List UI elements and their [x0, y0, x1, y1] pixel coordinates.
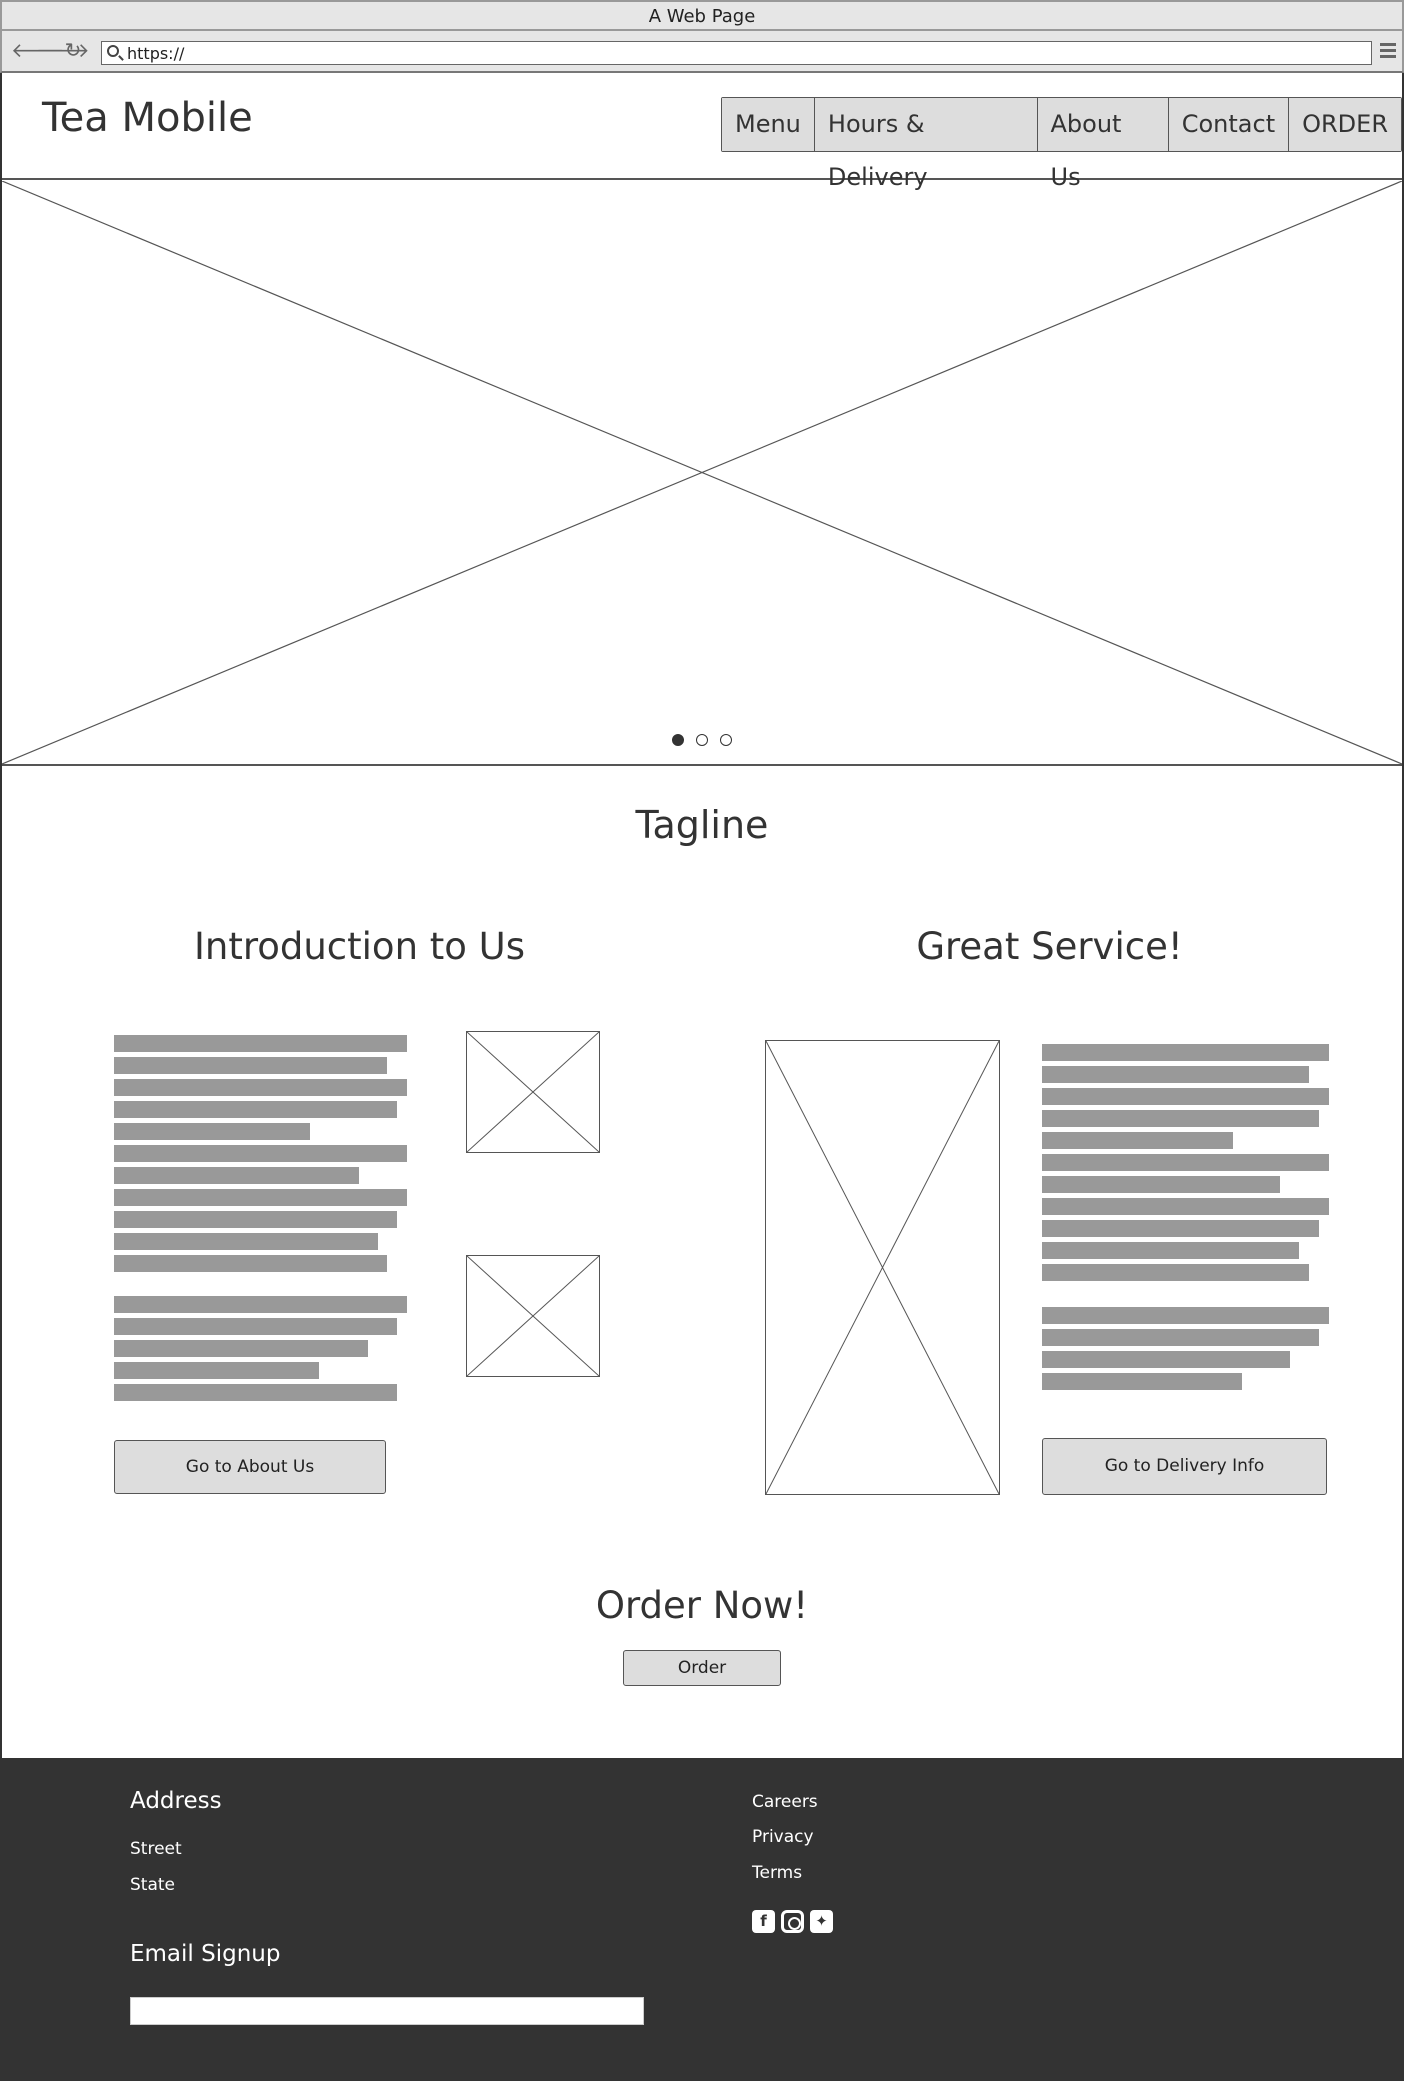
carousel-dot-3[interactable] — [720, 734, 732, 746]
nav-order[interactable]: ORDER — [1288, 98, 1401, 151]
carousel-indicators — [672, 734, 732, 746]
search-icon — [107, 45, 119, 57]
browser-toolbar: 🡐 🡒 ↻ https:// — [0, 31, 1404, 73]
facebook-icon[interactable]: f — [752, 1910, 775, 1933]
hero-image-carousel — [2, 181, 1402, 766]
browser-menu-icon[interactable] — [1380, 43, 1396, 59]
window-title: A Web Page — [0, 0, 1404, 31]
nav-about-us[interactable]: About Us — [1036, 98, 1168, 191]
service-title: Great Service! — [916, 925, 1183, 968]
site-footer: Address Street State Email Signup Career… — [0, 1758, 1404, 2081]
footer-link-careers[interactable]: Careers — [752, 1792, 818, 1812]
url-text: https:// — [127, 44, 185, 63]
service-text-paragraph-1 — [1042, 1044, 1332, 1286]
intro-image-2 — [466, 1255, 600, 1377]
brand-logo[interactable]: Tea Mobile — [42, 95, 253, 141]
order-button[interactable]: Order — [623, 1650, 781, 1686]
carousel-dot-1[interactable] — [672, 734, 684, 746]
site-header: Tea Mobile Menu Hours & Delivery About U… — [2, 73, 1402, 191]
forward-arrow-icon[interactable]: 🡒 — [36, 40, 90, 60]
intro-image-1 — [466, 1031, 600, 1153]
nav-hours-delivery[interactable]: Hours & Delivery — [813, 98, 1037, 191]
hero-image-placeholder — [2, 181, 1402, 764]
intro-text-paragraph-2 — [114, 1296, 409, 1406]
tagline: Tagline — [635, 803, 769, 847]
main-nav: Menu Hours & Delivery About Us Contact O… — [721, 97, 1402, 191]
email-signup-input[interactable] — [130, 1997, 644, 2025]
go-to-delivery-info-button[interactable]: Go to Delivery Info — [1042, 1438, 1327, 1495]
nav-menu[interactable]: Menu — [722, 98, 814, 151]
go-to-about-us-button[interactable]: Go to About Us — [114, 1440, 386, 1494]
instagram-icon[interactable] — [781, 1910, 804, 1933]
intro-title: Introduction to Us — [193, 925, 526, 968]
social-links: f ✦ — [752, 1910, 833, 1933]
carousel-dot-2[interactable] — [696, 734, 708, 746]
address-heading: Address — [130, 1788, 222, 1814]
nav-contact[interactable]: Contact — [1167, 98, 1289, 151]
reload-icon[interactable]: ↻ — [64, 40, 82, 60]
twitter-icon[interactable]: ✦ — [810, 1910, 833, 1933]
address-bar[interactable]: https:// — [101, 41, 1372, 65]
service-text-paragraph-2 — [1042, 1307, 1332, 1395]
address-street: Street — [130, 1839, 182, 1859]
back-arrow-icon[interactable]: 🡐 — [11, 40, 65, 60]
page-content: Tea Mobile Menu Hours & Delivery About U… — [0, 73, 1404, 1758]
service-image — [765, 1040, 1000, 1495]
email-signup-heading: Email Signup — [130, 1941, 281, 1967]
footer-link-terms[interactable]: Terms — [752, 1863, 802, 1883]
intro-text-paragraph-1 — [114, 1035, 409, 1277]
order-now-title: Order Now! — [595, 1584, 809, 1627]
footer-link-privacy[interactable]: Privacy — [752, 1827, 814, 1847]
address-state: State — [130, 1875, 175, 1895]
